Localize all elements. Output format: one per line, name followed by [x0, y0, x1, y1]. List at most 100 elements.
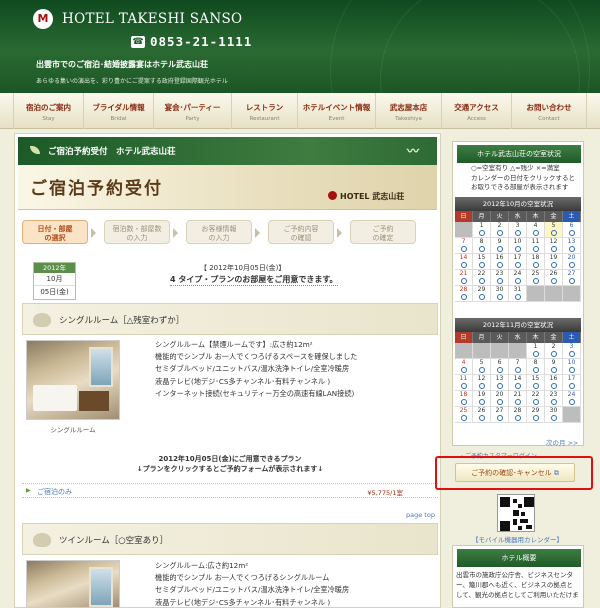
calendar-day-cell[interactable]: 10 — [509, 238, 527, 254]
calendar-day-cell[interactable]: 20 — [563, 254, 581, 270]
calendar-day-cell[interactable]: 2 — [491, 222, 509, 238]
calendar-day-cell[interactable]: 24 — [563, 391, 581, 407]
page-top-link[interactable]: page top — [406, 511, 435, 519]
nav-label: 交通アクセス — [454, 103, 499, 112]
calendar-day-cell[interactable]: 19 — [545, 254, 563, 270]
nav-item-access[interactable]: 交通アクセス Access — [441, 93, 511, 129]
calendar-day-cell[interactable]: 1 — [473, 222, 491, 238]
plan-row[interactable]: ▶ ご宿泊のみ ¥5,775/1室 — [22, 483, 438, 498]
calendar-day-number: 10 — [513, 238, 522, 245]
customer-login-link[interactable]: → ご予約カスタマーログイン — [458, 451, 537, 460]
calendar-day-cell[interactable]: 29 — [473, 286, 491, 302]
calendar-day-cell[interactable]: 12 — [473, 375, 491, 391]
availability-circle-icon — [514, 278, 521, 284]
step-label: ご予約 — [372, 225, 394, 233]
calendar-day-cell[interactable]: 14 — [509, 375, 527, 391]
calendar-day-cell[interactable]: 5 — [473, 359, 491, 375]
calendar-day-cell[interactable]: 16 — [545, 375, 563, 391]
nav-item-contact[interactable]: お問い合わせ Contact — [511, 93, 587, 129]
calendar-day-cell[interactable]: 13 — [491, 375, 509, 391]
nav-item-event[interactable]: ホテルイベント情報 Event — [297, 93, 375, 129]
calendar-day-cell[interactable]: 17 — [509, 254, 527, 270]
calendar-day-cell[interactable]: 11 — [527, 238, 545, 254]
calendar-day-cell[interactable]: 15 — [527, 375, 545, 391]
calendar-day-cell[interactable]: 27 — [491, 407, 509, 423]
calendar-day-cell[interactable]: 18 — [527, 254, 545, 270]
calendar-day-cell[interactable]: 30 — [545, 407, 563, 423]
calendar-day-cell[interactable]: 9 — [491, 238, 509, 254]
calendar-day-cell[interactable]: 11 — [455, 375, 473, 391]
calendar-day-cell[interactable]: 25 — [527, 270, 545, 286]
external-link-icon: ⧉ — [553, 469, 559, 477]
confirm-cancel-button[interactable]: ご予約の確認･キャンセル ⧉ — [455, 463, 575, 482]
calendar-day-cell[interactable]: 5 — [545, 222, 563, 238]
calendar-empty-cell — [563, 286, 581, 302]
plan-name-link[interactable]: ご宿泊のみ — [37, 487, 72, 497]
weekday-header: 木 — [527, 332, 545, 343]
calendar-day-cell[interactable]: 28 — [455, 286, 473, 302]
calendar-day-number: 2 — [497, 222, 502, 229]
calendar-day-cell[interactable]: 3 — [563, 343, 581, 359]
calendar-day-cell[interactable]: 8 — [473, 238, 491, 254]
calendar-day-number: 15 — [477, 254, 486, 261]
hotel-name[interactable]: HOTEL TAKESHI SANSO — [62, 11, 242, 27]
calendar-day-cell[interactable]: 26 — [545, 270, 563, 286]
calendar-day-cell[interactable]: 15 — [473, 254, 491, 270]
calendar-day-cell[interactable]: 25 — [455, 407, 473, 423]
calendar-day-cell[interactable]: 10 — [563, 359, 581, 375]
calendar-day-cell[interactable]: 4 — [527, 222, 545, 238]
calendar-day-cell[interactable]: 1 — [527, 343, 545, 359]
calendar-day-cell[interactable]: 18 — [455, 391, 473, 407]
calendar-day-cell[interactable]: 4 — [455, 359, 473, 375]
calendar-day-cell[interactable]: 3 — [509, 222, 527, 238]
nav-item-stay[interactable]: 宿泊のご案内 Stay — [13, 93, 83, 129]
calendar-day-cell[interactable]: 21 — [455, 270, 473, 286]
calendar-day-cell[interactable]: 20 — [491, 391, 509, 407]
mobile-calendar-link[interactable]: 【モバイル機器用カレンダー】 — [472, 534, 563, 544]
calendar-day-number: 20 — [495, 391, 504, 398]
nav-label: 宿泊のご案内 — [26, 103, 71, 112]
calendar-day-cell[interactable]: 7 — [455, 238, 473, 254]
calendar-day-cell[interactable]: 6 — [563, 222, 581, 238]
calendar-day-cell[interactable]: 16 — [491, 254, 509, 270]
calendar-day-cell[interactable]: 14 — [455, 254, 473, 270]
calendar-day-number: 18 — [459, 391, 468, 398]
nav-item-takeshiya[interactable]: 武志屋本店 Takeshiya — [375, 93, 441, 129]
calendar-day-cell[interactable]: 24 — [509, 270, 527, 286]
calendar-day-number: 19 — [477, 391, 486, 398]
calendar-day-cell[interactable]: 28 — [509, 407, 527, 423]
step-finalize: ご予約 の確定 — [350, 220, 416, 244]
weekday-header: 土 — [563, 211, 581, 222]
calendar-day-cell[interactable]: 31 — [509, 286, 527, 302]
room-desc-line: セミダブルベッド/ユニットバス/温水洗浄トイレ/全室冷暖房 — [155, 364, 350, 374]
calendar-day-cell[interactable]: 27 — [563, 270, 581, 286]
calendar-day-number: 29 — [531, 407, 540, 414]
calendar-day-cell[interactable]: 17 — [563, 375, 581, 391]
nav-item-restaurant[interactable]: レストラン Restaurant — [231, 93, 297, 129]
calendar-day-cell[interactable]: 21 — [509, 391, 527, 407]
calendar-day-cell[interactable]: 23 — [491, 270, 509, 286]
selected-month: 10月 — [34, 273, 75, 286]
calendar-day-cell[interactable]: 13 — [563, 238, 581, 254]
nav-item-bridal[interactable]: ブライダル情報 Bridal — [83, 93, 153, 129]
calendar-day-cell[interactable]: 30 — [491, 286, 509, 302]
calendar-day-cell[interactable]: 23 — [545, 391, 563, 407]
calendar-day-cell[interactable]: 29 — [527, 407, 545, 423]
hotel-logo-icon[interactable]: M — [33, 9, 53, 29]
calendar-day-cell[interactable]: 22 — [527, 391, 545, 407]
nav-sublabel: Event — [328, 116, 345, 122]
calendar-day-number: 10 — [567, 359, 576, 366]
calendar-day-cell[interactable]: 12 — [545, 238, 563, 254]
availability-circle-icon — [478, 367, 485, 373]
nav-item-party[interactable]: 宴会･パーティー Party — [153, 93, 231, 129]
calendar-day-cell[interactable]: 26 — [473, 407, 491, 423]
calendar-day-cell[interactable]: 2 — [545, 343, 563, 359]
calendar-day-cell[interactable]: 22 — [473, 270, 491, 286]
calendar-day-cell[interactable]: 9 — [545, 359, 563, 375]
calendar-day-cell[interactable]: 8 — [527, 359, 545, 375]
calendar-day-cell[interactable]: 7 — [509, 359, 527, 375]
calendar-day-cell[interactable]: 6 — [491, 359, 509, 375]
calendar-day-cell[interactable]: 19 — [473, 391, 491, 407]
availability-circle-icon — [460, 399, 467, 405]
next-month-link[interactable]: 次の月 >> — [546, 437, 578, 447]
